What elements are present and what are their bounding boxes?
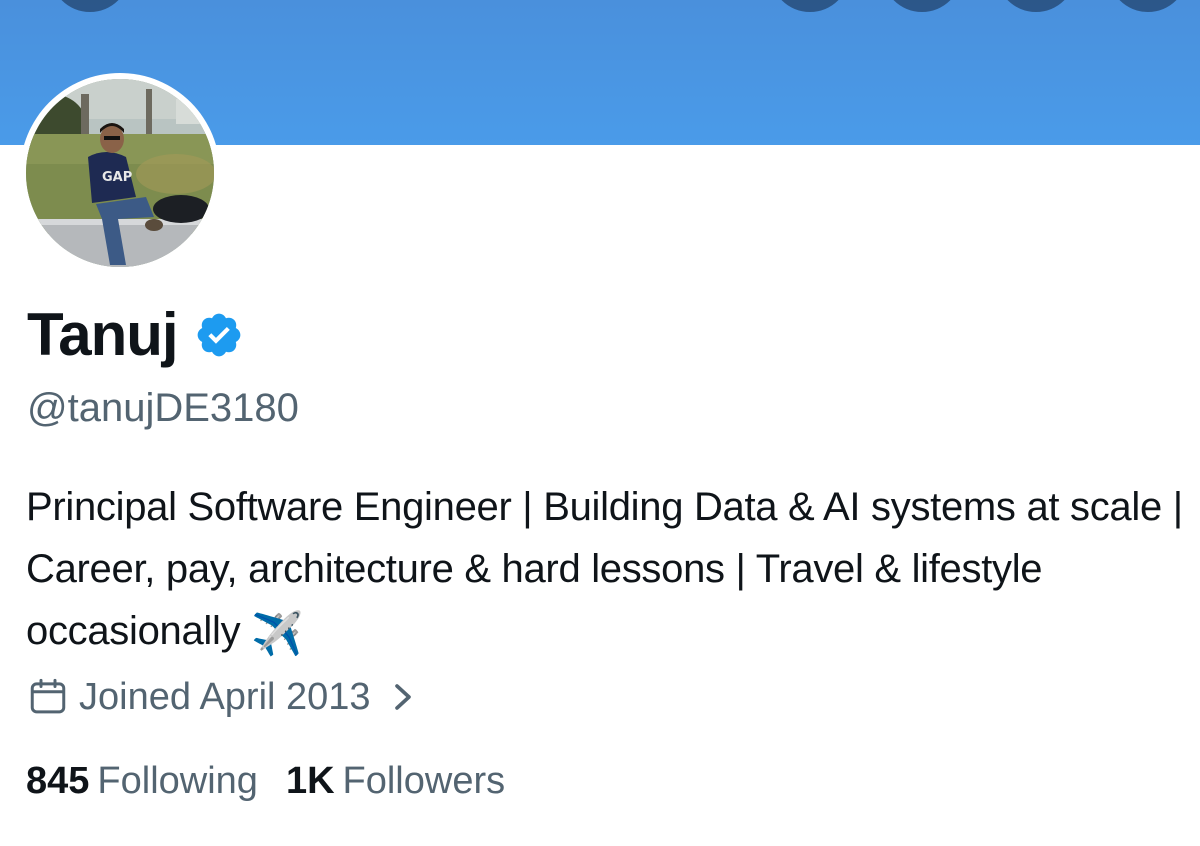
joined-date: Joined April 2013 — [79, 675, 371, 718]
calendar-icon — [30, 678, 66, 714]
profile-page: GAP Tanuj @tanujDE3180 Principal Softwar… — [0, 0, 1200, 846]
profile-name: Tanuj — [27, 301, 179, 368]
following-stat[interactable]: 845 Following — [26, 760, 258, 803]
profile-bio: Principal Software Engineer | Building D… — [26, 476, 1196, 665]
airplane-emoji: ✈️ — [251, 610, 304, 657]
follow-stats: 845 Following 1K Followers — [26, 756, 505, 806]
following-label: Following — [97, 759, 258, 802]
header-action-button[interactable] — [770, 0, 850, 12]
joined-date-row[interactable]: Joined April 2013 — [27, 672, 415, 722]
following-count: 845 — [26, 759, 90, 802]
back-button[interactable] — [50, 0, 130, 12]
header-action-button[interactable] — [882, 0, 962, 12]
svg-text:GAP: GAP — [102, 170, 132, 185]
profile-handle: @tanujDE3180 — [27, 386, 299, 430]
verified-badge-icon[interactable] — [194, 310, 244, 360]
followers-stat[interactable]: 1K Followers — [286, 760, 505, 803]
header-action-button[interactable] — [996, 0, 1076, 12]
bio-text: Principal Software Engineer | Building D… — [26, 485, 1183, 653]
header-action-button[interactable] — [1108, 0, 1188, 12]
avatar[interactable]: GAP — [20, 73, 220, 273]
followers-count: 1K — [285, 759, 335, 802]
chevron-right-icon — [394, 684, 411, 710]
followers-label: Followers — [342, 759, 506, 802]
profile-name-row: Tanuj — [27, 300, 244, 370]
avatar-photo: GAP — [26, 79, 214, 267]
